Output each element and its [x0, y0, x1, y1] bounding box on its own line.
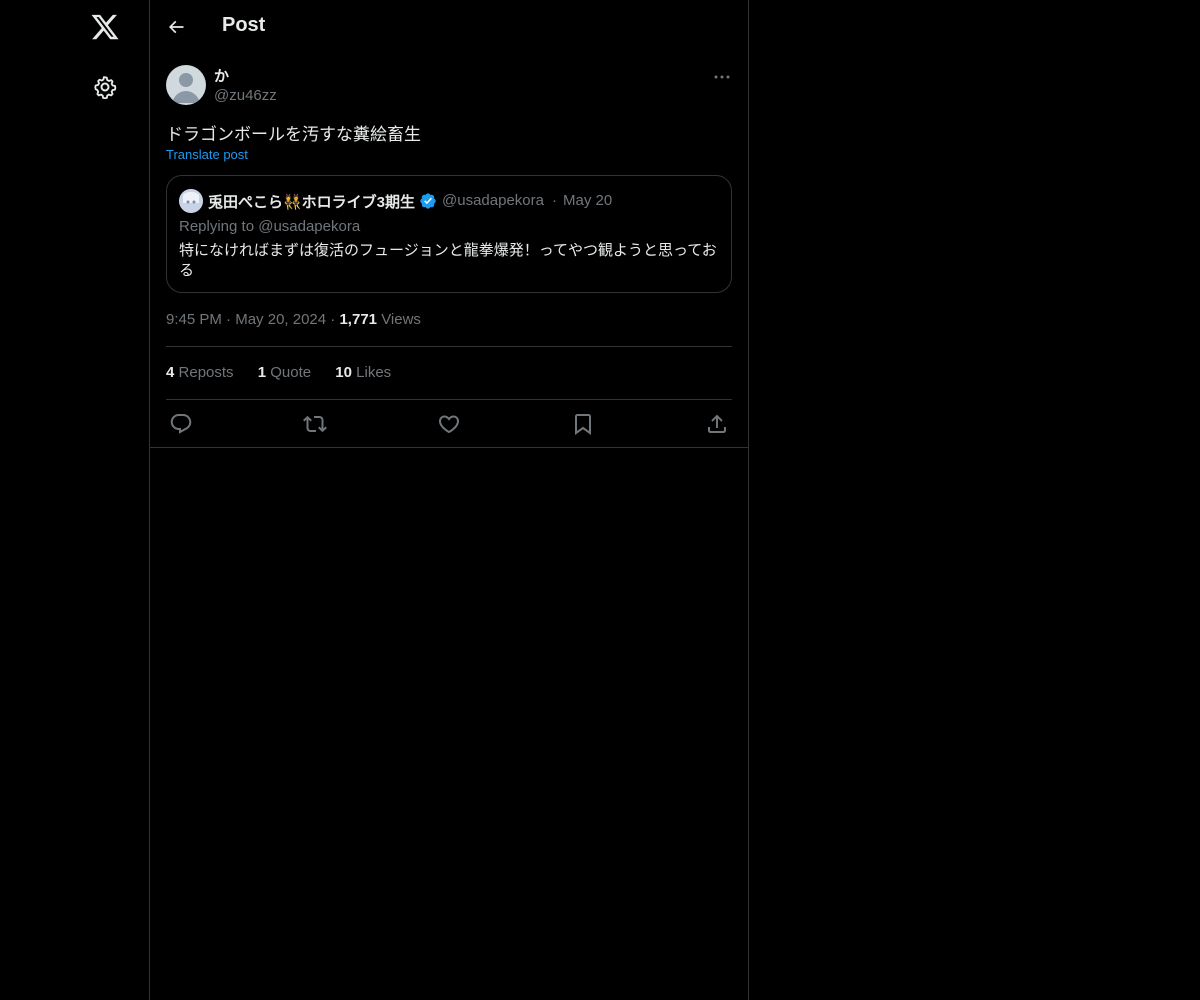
page-title: Post	[222, 14, 266, 36]
post-time[interactable]: 9:45 PM	[166, 311, 222, 328]
left-nav-rail	[0, 0, 150, 1000]
main-column: Post か @zu46zz ドラゴンボールを汚すな糞絵畜生 Translate…	[150, 0, 749, 1000]
reply-icon[interactable]	[169, 412, 193, 436]
post-date[interactable]: May 20, 2024	[235, 311, 326, 328]
like-icon[interactable]	[437, 412, 461, 436]
reposts-stat[interactable]: 4 Reposts	[166, 364, 234, 381]
divider	[150, 447, 748, 448]
author-handle[interactable]: @zu46zz	[214, 87, 277, 104]
more-icon[interactable]	[712, 67, 732, 87]
share-icon[interactable]	[705, 412, 729, 436]
repost-icon[interactable]	[303, 412, 327, 436]
quotes-count: 1	[257, 364, 267, 381]
verified-icon	[419, 192, 437, 210]
action-bar	[166, 412, 732, 436]
post-meta: 9:45 PM · May 20, 2024 · 1,771 Views	[166, 311, 421, 328]
quoted-text: 特になければまずは復活のフュージョンと龍拳爆発！ってやつ観ようと思っておる	[179, 242, 717, 279]
replying-to: Replying to @usadapekora	[179, 218, 361, 235]
divider	[166, 346, 732, 347]
settings-icon[interactable]	[93, 75, 117, 99]
author-name[interactable]: か	[214, 65, 229, 86]
quotes-stat[interactable]: 1 Quote	[258, 364, 311, 381]
reposts-label: Reposts	[178, 364, 234, 381]
quoted-author-name: 兎田ぺこら👯ホロライブ3期生	[208, 194, 416, 211]
quotes-label: Quote	[270, 364, 312, 381]
bookmark-icon[interactable]	[571, 412, 595, 436]
likes-stat[interactable]: 10 Likes	[335, 364, 391, 381]
divider	[166, 399, 732, 400]
translate-post-link[interactable]: Translate post	[166, 147, 248, 162]
separator-dot: ·	[226, 311, 236, 328]
page-header: Post	[150, 0, 748, 54]
avatar[interactable]	[166, 65, 206, 105]
quoted-author-handle: @usadapekora	[442, 192, 544, 209]
separator-dot: ·	[552, 192, 557, 209]
back-arrow-icon[interactable]	[166, 17, 186, 37]
quoted-date: May 20	[563, 192, 613, 209]
x-logo-icon[interactable]	[90, 12, 120, 42]
likes-count: 10	[335, 364, 352, 381]
views-label: Views	[381, 311, 421, 328]
post-text: ドラゴンボールを汚すな糞絵畜生	[166, 125, 421, 144]
quoted-post[interactable]: 兎田ぺこら👯ホロライブ3期生 @usadapekora · May 20 Rep…	[166, 175, 732, 293]
likes-label: Likes	[356, 364, 392, 381]
quoted-avatar	[179, 189, 203, 213]
engagement-stats: 4 Reposts 1 Quote 10 Likes	[166, 364, 411, 381]
views-count: 1,771	[339, 311, 378, 328]
reposts-count: 4	[166, 364, 175, 381]
